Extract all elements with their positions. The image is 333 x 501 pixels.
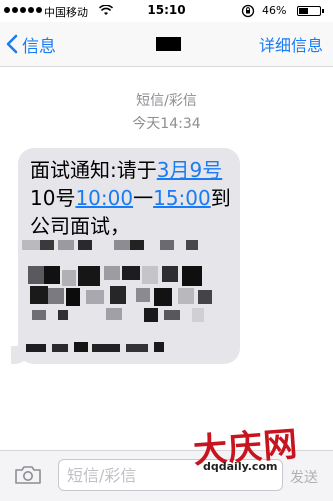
contact-name-redacted (156, 37, 181, 51)
message-text: 面试通知:请于3月9号10号10:00一15:00到公司面试， (30, 156, 235, 240)
battery-fill (299, 8, 308, 14)
incoming-message-bubble[interactable]: 面试通知:请于3月9号10号10:00一15:00到公司面试， (18, 148, 240, 364)
message-text-part: 面试通知:请于 (30, 158, 157, 182)
message-timestamp: 今天14:34 (132, 116, 201, 132)
watermark-url: dqdaily.com (203, 460, 278, 473)
time-end-link[interactable]: 15:00 (153, 186, 211, 210)
battery-percentage: 46% (262, 4, 287, 17)
message-text-part: 10号 (30, 186, 76, 210)
details-button[interactable]: 详细信息 (259, 30, 323, 58)
status-bar: 中国移动 15:10 46% (0, 0, 333, 22)
battery-icon (297, 6, 321, 16)
date-link[interactable]: 3月9号 (157, 158, 222, 182)
time-start-link[interactable]: 10:00 (75, 186, 133, 210)
message-type-label: 短信/彩信 (136, 93, 197, 109)
details-label: 详细信息 (258, 36, 323, 55)
message-text-part: 一 (133, 186, 154, 210)
chevron-left-icon (6, 34, 18, 54)
rotation-lock-icon (241, 4, 255, 18)
send-button[interactable]: 发送 (290, 467, 318, 487)
back-button[interactable]: 信息 (6, 30, 56, 58)
camera-icon[interactable] (14, 465, 42, 485)
back-label: 信息 (22, 36, 56, 57)
battery-tip (322, 9, 324, 13)
